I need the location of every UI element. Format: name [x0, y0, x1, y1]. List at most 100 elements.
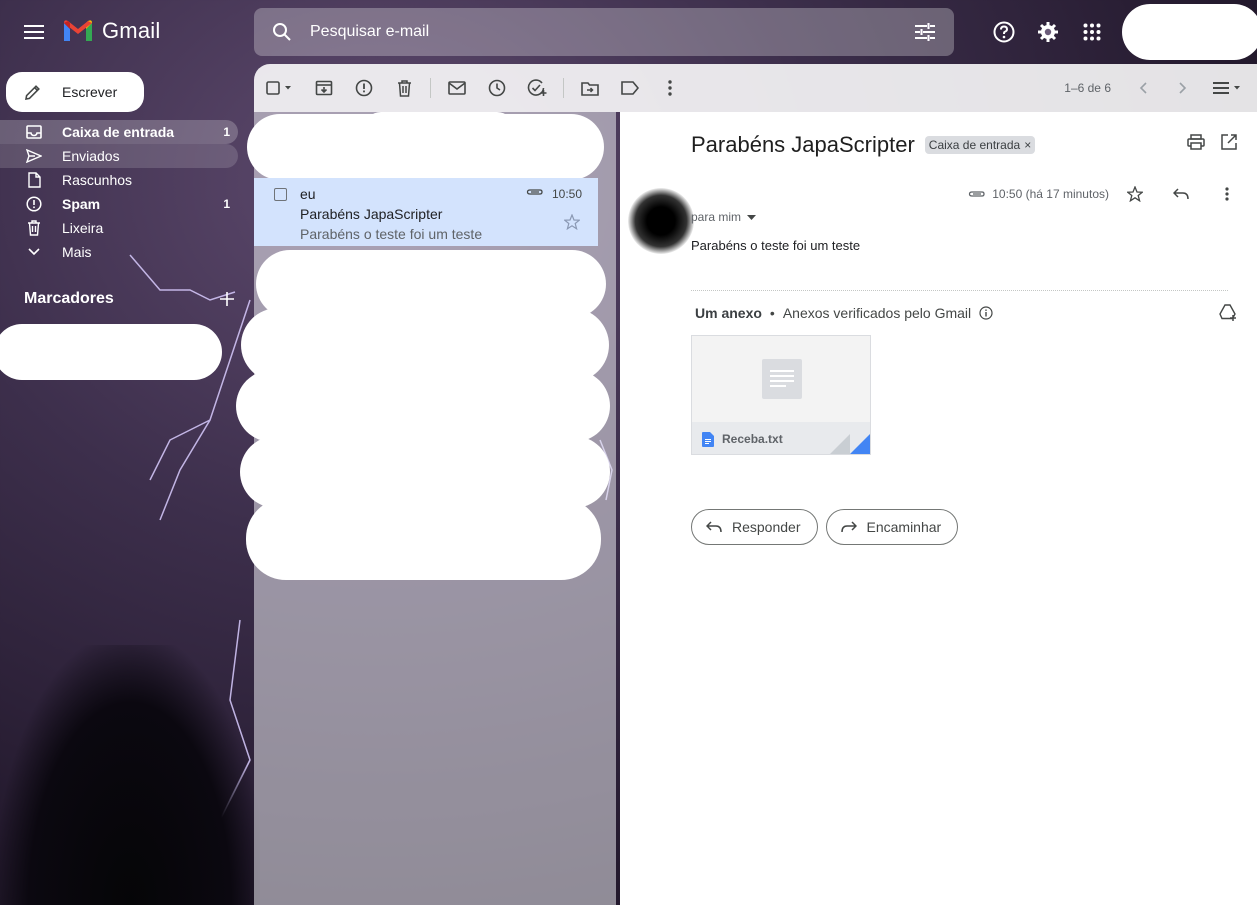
- forward-button[interactable]: Encaminhar: [825, 509, 959, 545]
- select-all-checkbox[interactable]: [254, 68, 304, 108]
- compose-label: Escrever: [62, 84, 118, 100]
- search-button[interactable]: [254, 22, 310, 42]
- labels-section-header: Marcadores: [24, 290, 234, 308]
- attachment-filename: Receba.txt: [722, 432, 783, 446]
- report-spam-icon: [355, 79, 373, 97]
- send-icon: [26, 149, 42, 163]
- reply-label: Responder: [732, 519, 801, 535]
- row-checkbox[interactable]: [274, 188, 287, 201]
- support-button[interactable]: [984, 12, 1024, 52]
- move-to-button[interactable]: [570, 68, 610, 108]
- message-more-button[interactable]: [1207, 187, 1247, 201]
- sidebar-item-inbox[interactable]: Caixa de entrada 1: [0, 120, 238, 144]
- reply-icon: [1173, 188, 1189, 200]
- move-to-folder-icon: [581, 81, 599, 96]
- attachment-card[interactable]: Receba.txt: [691, 335, 871, 455]
- sidebar-item-label: Rascunhos: [62, 172, 133, 188]
- toolbar-divider: [563, 78, 564, 98]
- forward-icon: [840, 521, 857, 533]
- split-pane-toggle[interactable]: [1203, 68, 1251, 108]
- report-spam-button[interactable]: [344, 68, 384, 108]
- reading-pane: Parabéns JapaScripter Caixa de entrada ×…: [620, 112, 1257, 905]
- snooze-button[interactable]: [477, 68, 517, 108]
- text-file-preview-icon: [762, 359, 802, 399]
- pagination-count: 1–6 de 6: [1064, 81, 1111, 95]
- message-subject-heading: Parabéns JapaScripter: [691, 132, 915, 157]
- sidebar-item-drafts[interactable]: Rascunhos: [0, 168, 238, 192]
- report-icon: [26, 196, 42, 212]
- delete-button[interactable]: [384, 68, 424, 108]
- archive-button[interactable]: [304, 68, 344, 108]
- add-label-icon[interactable]: [220, 292, 234, 306]
- mark-unread-button[interactable]: [437, 68, 477, 108]
- sidebar-item-label: Caixa de entrada: [62, 124, 175, 140]
- attachment-type-corner: [850, 434, 870, 454]
- labels-list-redacted: [0, 324, 222, 380]
- compose-button[interactable]: Escrever: [6, 72, 144, 112]
- caret-down-icon: [747, 214, 757, 220]
- search-input[interactable]: Pesquisar e-mail: [310, 23, 896, 41]
- chevron-left-icon: [1139, 82, 1147, 94]
- tune-icon: [915, 23, 935, 41]
- apps-button[interactable]: [1072, 12, 1112, 52]
- reply-button[interactable]: Responder: [691, 509, 818, 545]
- selected-message-row[interactable]: eu 10:50 Parabéns JapaScripter Parabéns …: [254, 178, 598, 246]
- label-icon: [621, 81, 639, 95]
- remove-label-icon[interactable]: ×: [1024, 138, 1031, 152]
- settings-button[interactable]: [1028, 12, 1068, 52]
- pencil-icon: [25, 85, 40, 100]
- sender-avatar[interactable]: [628, 188, 694, 254]
- top-bar: Gmail Pesquisar e-mail: [0, 0, 1257, 64]
- newer-button[interactable]: [1123, 68, 1163, 108]
- redacted-row: [236, 370, 610, 442]
- older-button[interactable]: [1163, 68, 1203, 108]
- sidebar-item-sent[interactable]: Enviados: [0, 144, 238, 168]
- more-actions-button[interactable]: [650, 68, 690, 108]
- reply-icon: [706, 521, 722, 533]
- account-avatar-redacted[interactable]: [1122, 4, 1257, 60]
- message-timestamp: 10:50 (há 17 minutos): [992, 187, 1109, 201]
- sidebar-item-trash[interactable]: Lixeira: [0, 216, 238, 240]
- gear-icon: [1038, 22, 1058, 42]
- star-icon[interactable]: [564, 214, 580, 230]
- sidebar-item-more[interactable]: Mais: [0, 240, 238, 264]
- chevron-down-icon: [28, 248, 40, 256]
- recipient-details[interactable]: para mim: [691, 210, 757, 224]
- label-chip-inbox[interactable]: Caixa de entrada ×: [924, 136, 1036, 154]
- sidebar-item-label: Enviados: [62, 148, 120, 164]
- search-bar[interactable]: Pesquisar e-mail: [254, 8, 954, 56]
- sidebar-item-label: Spam: [62, 196, 101, 212]
- print-icon[interactable]: [1187, 134, 1205, 150]
- add-to-drive-icon[interactable]: [1219, 304, 1237, 322]
- attachments-header: Um anexo • Anexos verificados pelo Gmail: [695, 305, 993, 321]
- message-body: Parabéns o teste foi um teste: [691, 238, 861, 253]
- info-icon[interactable]: [979, 306, 993, 320]
- star-button[interactable]: [1115, 186, 1155, 202]
- message-time: 10:50: [551, 187, 582, 201]
- split-pane-icon: [1213, 82, 1240, 94]
- reply-icon-button[interactable]: [1161, 188, 1201, 200]
- sidebar-nav: Caixa de entrada 1 Enviados Rascunhos Sp…: [0, 120, 238, 264]
- attachments-divider: [691, 290, 1228, 291]
- labels-button[interactable]: [610, 68, 650, 108]
- sidebar-item-label: Lixeira: [62, 220, 104, 236]
- add-to-tasks-button[interactable]: [517, 68, 557, 108]
- redacted-row: [246, 498, 601, 580]
- message-list: eu 10:50 Parabéns JapaScripter Parabéns …: [236, 112, 616, 905]
- main-menu-button[interactable]: [14, 12, 54, 52]
- unread-count: 1: [223, 125, 230, 139]
- sidebar-item-spam[interactable]: Spam 1: [0, 192, 238, 216]
- gmail-logo[interactable]: Gmail: [62, 18, 160, 44]
- toolbar-divider: [430, 78, 431, 98]
- archive-icon: [315, 80, 333, 96]
- checkbox-icon: [266, 81, 291, 95]
- open-in-new-window-icon[interactable]: [1221, 134, 1237, 150]
- redacted-row: [364, 112, 514, 146]
- attachment-corner-fold: [830, 434, 850, 454]
- sidebar-item-label: Mais: [62, 244, 92, 260]
- attachment-clip-icon: [969, 191, 985, 197]
- search-options-button[interactable]: [896, 23, 954, 41]
- attachment-clip-icon: [526, 189, 543, 195]
- search-icon: [273, 23, 291, 41]
- forward-label: Encaminhar: [866, 519, 942, 535]
